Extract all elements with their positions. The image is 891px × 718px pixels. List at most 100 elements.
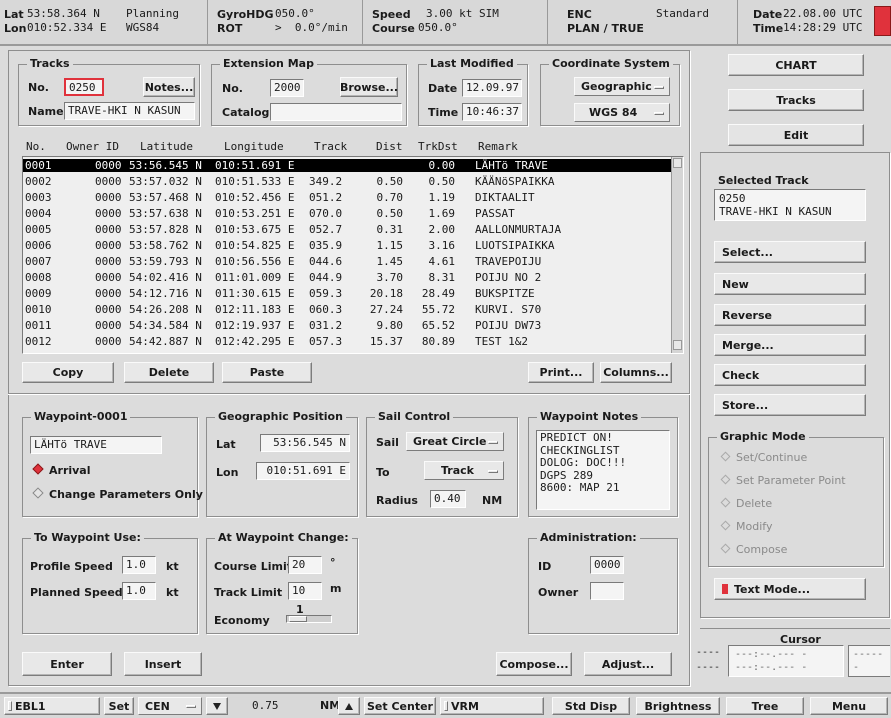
ebl-toggle[interactable]: EBL1 (4, 697, 100, 715)
range-up-button[interactable] (338, 697, 360, 715)
sail-dropdown[interactable]: Great Circle (406, 432, 504, 451)
track-name-field[interactable]: TRAVE-HKI N KASUN (64, 102, 195, 120)
text-mode-button[interactable]: Text Mode... (714, 578, 866, 600)
col-remark[interactable]: Remark (478, 140, 518, 153)
merge-button[interactable]: Merge... (714, 334, 866, 356)
track-limit-field[interactable]: 10 (288, 582, 322, 600)
paste-button[interactable]: Paste (222, 362, 312, 383)
cell-lat: 54:42.887 N (129, 335, 202, 348)
administration-title: Administration: (537, 531, 640, 544)
set-center-button[interactable]: Set Center (364, 697, 436, 715)
col-latitude[interactable]: Latitude (140, 140, 193, 153)
geo-lat-label: Lat (216, 438, 236, 451)
table-row[interactable]: 0002 0000 53:57.032 N 010:51.533 E 349.2 0.50… (23, 175, 671, 188)
menu-button[interactable]: Menu (810, 697, 888, 715)
economy-slider[interactable] (286, 615, 332, 623)
planned-speed-field[interactable]: 1.0 (122, 582, 156, 600)
tracks-button[interactable]: Tracks (728, 89, 864, 111)
cell-trkdst: 80.89 (421, 335, 455, 348)
graphic-mode-label: Set/Continue (736, 451, 808, 464)
course-limit-field[interactable]: 20 (288, 556, 322, 574)
lon-label: Lon (4, 22, 27, 35)
speed-panel: Speed Course 3.00 kt SIM 050.0° (368, 0, 548, 44)
brightness-button[interactable]: Brightness (636, 697, 720, 715)
graphic-mode-compose[interactable]: Compose (720, 543, 787, 556)
check-button[interactable]: Check (714, 364, 866, 386)
geo-lat-field[interactable]: 53:56.545 N (260, 434, 350, 452)
graphic-mode-modify[interactable]: Modify (720, 520, 772, 533)
sail-label: Sail (376, 436, 399, 449)
table-row[interactable]: 0003 0000 53:57.468 N 010:52.456 E 051.2 0.70… (23, 191, 671, 204)
enter-button[interactable]: Enter (22, 652, 112, 676)
table-scrollbar[interactable] (671, 157, 683, 353)
col-track[interactable]: Track (314, 140, 347, 153)
set-button[interactable]: Set (104, 697, 134, 715)
to-dropdown[interactable]: Track (424, 461, 504, 480)
insert-button[interactable]: Insert (124, 652, 202, 676)
datum-dropdown[interactable]: WGS 84 (574, 103, 670, 122)
catalog-field[interactable] (270, 103, 402, 121)
col-dist[interactable]: Dist (376, 140, 403, 153)
table-row[interactable]: 0004 0000 53:57.638 N 010:53.251 E 070.0 0.50… (23, 207, 671, 220)
dropdown-icon (654, 111, 664, 115)
table-row[interactable]: 0006 0000 53:58.762 N 010:54.825 E 035.9 1.15… (23, 239, 671, 252)
economy-slider-handle[interactable] (289, 616, 307, 622)
tree-button[interactable]: Tree (726, 697, 804, 715)
cell-lat: 53:57.468 N (129, 191, 202, 204)
cell-track: 035.9 (309, 239, 343, 252)
edit-button[interactable]: Edit (728, 124, 864, 146)
coordinate-type-dropdown[interactable]: Geographic (574, 77, 670, 96)
columns-button[interactable]: Columns... (600, 362, 672, 383)
admin-owner-field[interactable] (590, 582, 624, 600)
waypoint-name-field[interactable]: LÄHTö TRAVE (30, 436, 162, 454)
table-row[interactable]: 0007 0000 53:59.793 N 010:56.556 E 044.6 1.45… (23, 255, 671, 268)
table-row[interactable]: 0010 0000 54:26.208 N 012:11.183 E 060.3 27.2… (23, 303, 671, 316)
arrival-radio[interactable]: Arrival (32, 463, 91, 477)
course-value: 050.0° (418, 21, 458, 34)
table-row[interactable]: 0005 0000 53:57.828 N 010:53.675 E 052.7 0.31… (23, 223, 671, 236)
col-longitude[interactable]: Longitude (224, 140, 284, 153)
col-trkdst[interactable]: TrkDst (418, 140, 458, 153)
scrollbar-up-arrow[interactable] (673, 158, 682, 168)
new-button[interactable]: New (714, 273, 866, 295)
profile-speed-field[interactable]: 1.0 (122, 556, 156, 574)
vrm-toggle[interactable]: VRM (440, 697, 544, 715)
range-down-button[interactable] (206, 697, 228, 715)
table-row[interactable]: 0011 0000 54:34.584 N 012:19.937 E 031.2 9.80… (23, 319, 671, 332)
geo-lon-field[interactable]: 010:51.691 E (256, 462, 350, 480)
print-button[interactable]: Print... (528, 362, 594, 383)
notes-button[interactable]: Notes... (143, 77, 195, 97)
delete-button[interactable]: Delete (124, 362, 214, 383)
browse-button[interactable]: Browse... (340, 77, 398, 97)
table-row[interactable]: 0001 0000 53:56.545 N 010:51.691 E 0.00 LÄHTö… (23, 159, 671, 172)
geo-lon-label: Lon (216, 466, 239, 479)
store-button[interactable]: Store... (714, 394, 866, 416)
reverse-button[interactable]: Reverse (714, 304, 866, 326)
datum-text: WGS84 (126, 21, 160, 34)
col-no[interactable]: No. (26, 140, 46, 153)
copy-button[interactable]: Copy (22, 362, 114, 383)
alarm-icon[interactable] (874, 6, 891, 36)
graphic-mode-set-continue[interactable]: Set/Continue (720, 451, 808, 464)
cen-dropdown[interactable]: CEN (138, 697, 202, 715)
col-owner[interactable]: Owner ID (66, 140, 119, 153)
chart-button[interactable]: CHART (728, 54, 864, 76)
std-disp-button[interactable]: Std Disp (552, 697, 630, 715)
compose-button[interactable]: Compose... (496, 652, 572, 676)
graphic-mode-delete[interactable]: Delete (720, 497, 772, 510)
change-params-radio[interactable]: Change Parameters Only (32, 487, 203, 501)
radius-field[interactable]: 0.40 (430, 490, 466, 508)
waypoint-notes-textarea[interactable]: PREDICT ON! CHECKINGLIST DOLOG: DOC!!! D… (536, 430, 670, 510)
graphic-mode-set-parameter-point[interactable]: Set Parameter Point (720, 474, 846, 487)
table-row[interactable]: 0008 0000 54:02.416 N 011:01.009 E 044.9 3.70… (23, 271, 671, 284)
admin-id-field[interactable]: 0000 (590, 556, 624, 574)
select-button[interactable]: Select... (714, 241, 866, 263)
ext-no-field[interactable]: 2000 (270, 79, 304, 97)
track-no-field[interactable]: 0250 (64, 78, 104, 96)
table-row[interactable]: 0012 0000 54:42.887 N 012:42.295 E 057.3 15.3… (23, 335, 671, 348)
scrollbar-down-arrow[interactable] (673, 340, 682, 350)
cell-lat: 54:26.208 N (129, 303, 202, 316)
table-row[interactable]: 0009 0000 54:12.716 N 011:30.615 E 059.3 20.1… (23, 287, 671, 300)
adjust-button[interactable]: Adjust... (584, 652, 672, 676)
cell-remark: BUKSPITZE (475, 287, 535, 300)
